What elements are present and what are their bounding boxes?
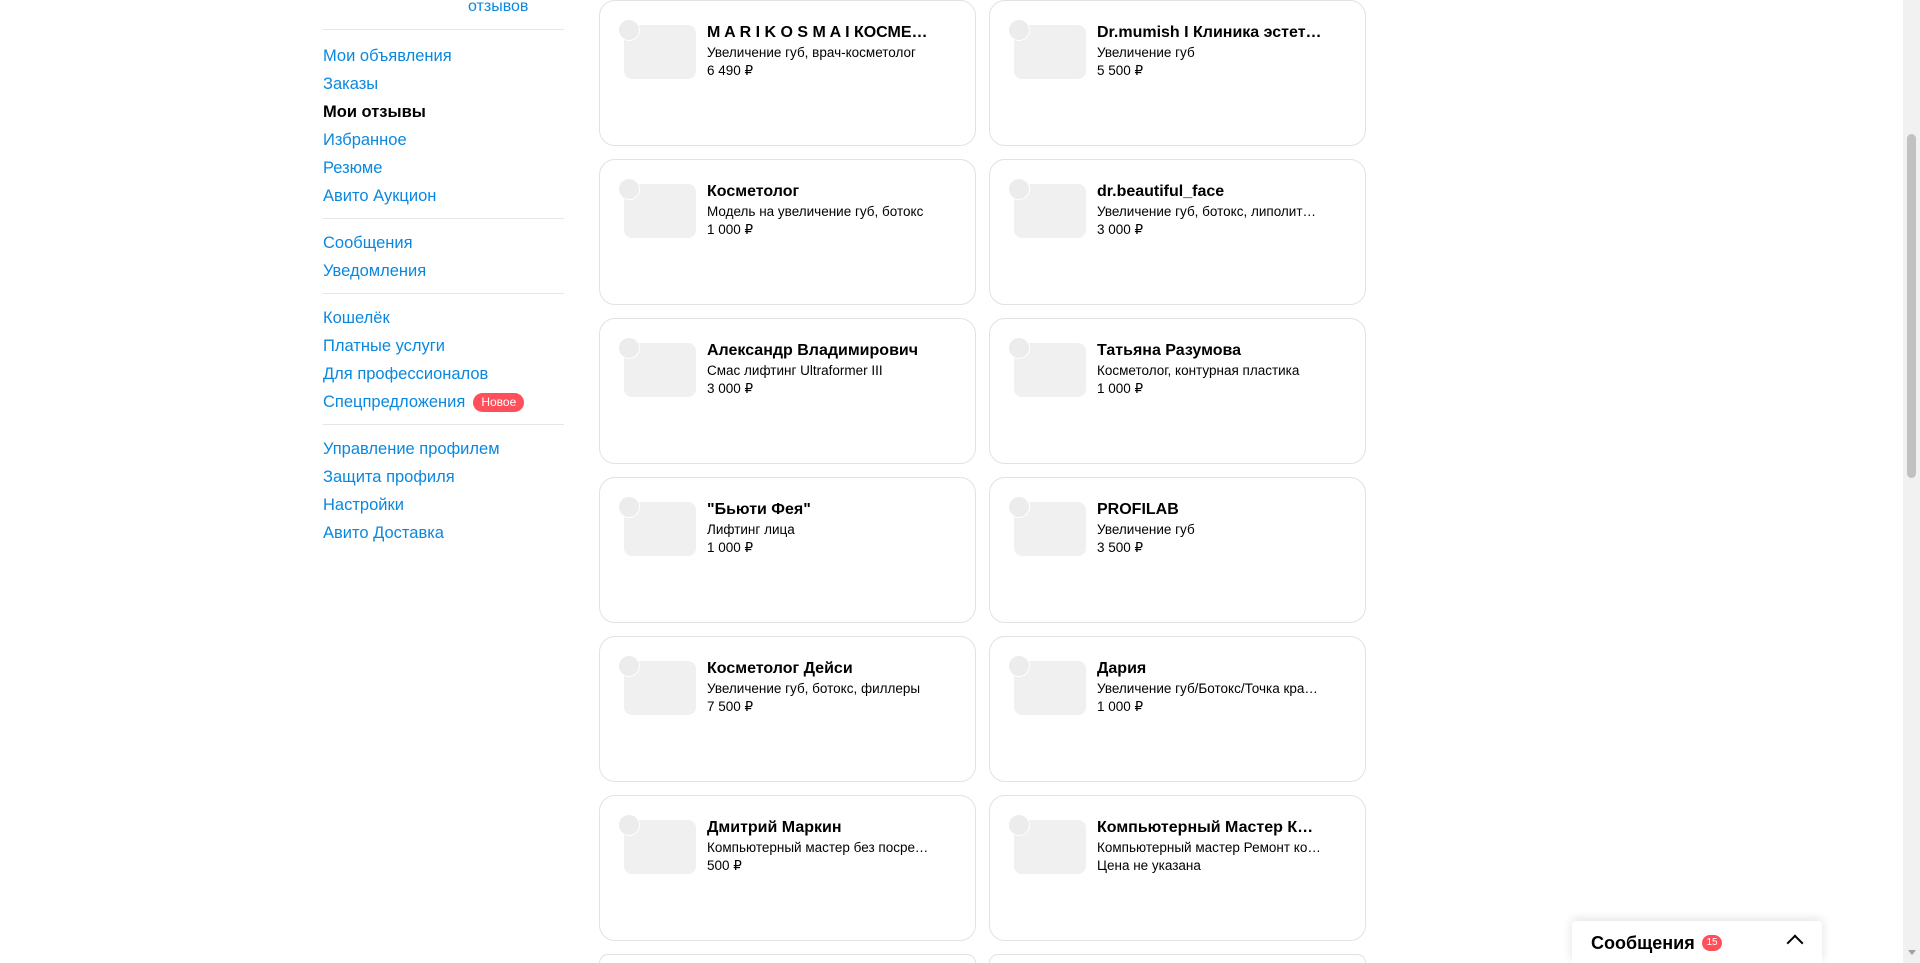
review-card[interactable]: Косметолог Модель на увеличение губ, бот… [599,159,976,305]
new-badge: Новое [473,392,525,412]
card-title: M A R I K O S M A I КОСМЕТОЛОГ [707,24,932,41]
sidebar-item-profile-management[interactable]: Управление профилем [323,435,564,463]
sidebar-item-for-professionals[interactable]: Для профессионалов [323,360,564,388]
card-subtitle: Увеличение губ/Ботокс/Точка красоты [1097,681,1322,696]
messages-count-badge: 15 [1702,935,1722,951]
card-subtitle: Увеличение губ [1097,522,1195,537]
card-subtitle: Лифтинг лица [707,522,795,537]
card-title: Александр Владимирович [707,342,919,359]
card-subtitle: Увеличение губ, ботокс, филлеры [707,681,921,696]
card-title: Компьютерный Мастер Красноярск [1097,819,1322,836]
review-card[interactable]: Дария Увеличение губ/Ботокс/Точка красот… [989,636,1366,782]
card-subtitle: Увеличение губ, ботокс, липолитики [1097,204,1322,219]
card-subtitle: Компьютерный мастер без посредников [707,840,932,855]
scroll-down-arrow-icon[interactable] [1908,950,1916,955]
sidebar-item-orders[interactable]: Заказы [323,70,564,98]
sidebar-item-notifications[interactable]: Уведомления [323,257,564,285]
review-card[interactable]: dr.beautiful_face Увеличение губ, ботокс… [989,159,1366,305]
card-price: Цена не указана [1097,858,1201,873]
scrollbar-thumb[interactable] [1907,134,1916,478]
review-card[interactable]: Косметолог Дейси Увеличение губ, ботокс,… [599,636,976,782]
card-subtitle: Увеличение губ [1097,45,1195,60]
sidebar-item-my-reviews[interactable]: Мои отзывы [323,98,564,126]
card-subtitle: Косметолог, контурная пластика [1097,363,1300,378]
card-price: 3 000 ₽ [1097,222,1144,237]
avatar [618,337,640,359]
review-card[interactable]: Компьютерный Мастер Красноярск Компьютер… [989,795,1366,941]
messages-widget-label: Сообщения [1591,933,1695,953]
card-title: Дария [1097,660,1147,677]
sidebar-item-avito-delivery[interactable]: Авито Доставка [323,519,564,547]
sidebar-group-main: Мои объявления Заказы Мои отзывы Избранн… [323,30,564,218]
page-scrollbar[interactable] [1903,0,1920,963]
sidebar-group-finance: Кошелёк Платные услуги Для профессионало… [323,294,564,424]
sidebar-item-resume[interactable]: Резюме [323,154,564,182]
avatar [618,178,640,200]
sidebar-item-special-offers[interactable]: Спецпредложения Новое [323,388,564,416]
reviews-count-link[interactable]: отзывов [468,0,528,16]
card-subtitle: Смас лифтинг Ultraformer III [707,363,883,378]
sidebar-group-profile: Управление профилем Защита профиля Настр… [323,425,564,547]
card-price: 3 500 ₽ [1097,540,1144,555]
card-title: "Бьюти Фея" [707,501,811,518]
review-card[interactable]: Татьяна Разумова Косметолог, контурная п… [989,318,1366,464]
avatar [1008,337,1030,359]
card-title: PROFILAB [1097,501,1179,518]
card-title: dr.beautiful_face [1097,183,1225,200]
sidebar-item-paid-services[interactable]: Платные услуги [323,332,564,360]
card-price: 500 ₽ [707,858,742,873]
card-price: 7 500 ₽ [707,699,754,714]
sidebar-item-auction[interactable]: Авито Аукцион [323,182,564,210]
card-price: 1 000 ₽ [1097,381,1144,396]
avatar [618,814,640,836]
chevron-up-icon[interactable] [1786,934,1804,952]
avatar [618,655,640,677]
review-card[interactable]: Dr.mumish I Клиника эстетики Увеличение … [989,0,1366,146]
avatar [618,19,640,41]
avatar [618,496,640,518]
review-card[interactable]: Дмитрий Маркин Компьютерный мастер без п… [599,795,976,941]
page: отзывов Мои объявления Заказы Мои отзывы… [0,0,1920,963]
sidebar-item-profile-protection[interactable]: Защита профиля [323,463,564,491]
card-title: Косметолог [707,183,800,200]
sidebar-item-settings[interactable]: Настройки [323,491,564,519]
card-price: 1 000 ₽ [707,540,754,555]
review-card[interactable]: PROFILAB Увеличение губ 3 500 ₽ [989,477,1366,623]
card-price: 1 000 ₽ [1097,699,1144,714]
review-card-partial[interactable] [599,954,976,963]
sidebar-item-messages[interactable]: Сообщения [323,229,564,257]
review-card[interactable]: "Бьюти Фея" Лифтинг лица 1 000 ₽ [599,477,976,623]
card-subtitle: Увеличение губ, врач-косметолог [707,45,916,60]
card-price: 1 000 ₽ [707,222,754,237]
card-price: 3 000 ₽ [707,381,754,396]
avatar [1008,655,1030,677]
card-price: 5 500 ₽ [1097,63,1144,78]
sidebar-item-my-ads[interactable]: Мои объявления [323,42,564,70]
card-title: Dr.mumish I Клиника эстетики [1097,24,1322,41]
sidebar-item-favorites[interactable]: Избранное [323,126,564,154]
card-title: Косметолог Дейси [707,660,853,677]
card-title: Татьяна Разумова [1097,342,1242,359]
avatar [1008,19,1030,41]
sidebar-item-label: Спецпредложения [323,392,466,411]
profile-rating-stub: отзывов [323,0,564,30]
avatar [1008,178,1030,200]
sidebar-group-communication: Сообщения Уведомления [323,219,564,293]
card-subtitle: Модель на увеличение губ, ботокс [707,204,924,219]
avatar [1008,496,1030,518]
card-price: 6 490 ₽ [707,63,754,78]
messages-widget[interactable]: Сообщения 15 [1572,921,1822,963]
review-card[interactable]: M A R I K O S M A I КОСМЕТОЛОГ Увеличени… [599,0,976,146]
card-title: Дмитрий Маркин [707,819,842,836]
card-subtitle: Компьютерный мастер Ремонт компьютеров [1097,840,1322,855]
sidebar-item-wallet[interactable]: Кошелёк [323,304,564,332]
avatar [1008,814,1030,836]
review-card[interactable]: Александр Владимирович Смас лифтинг Ultr… [599,318,976,464]
review-card-partial[interactable] [989,954,1366,963]
